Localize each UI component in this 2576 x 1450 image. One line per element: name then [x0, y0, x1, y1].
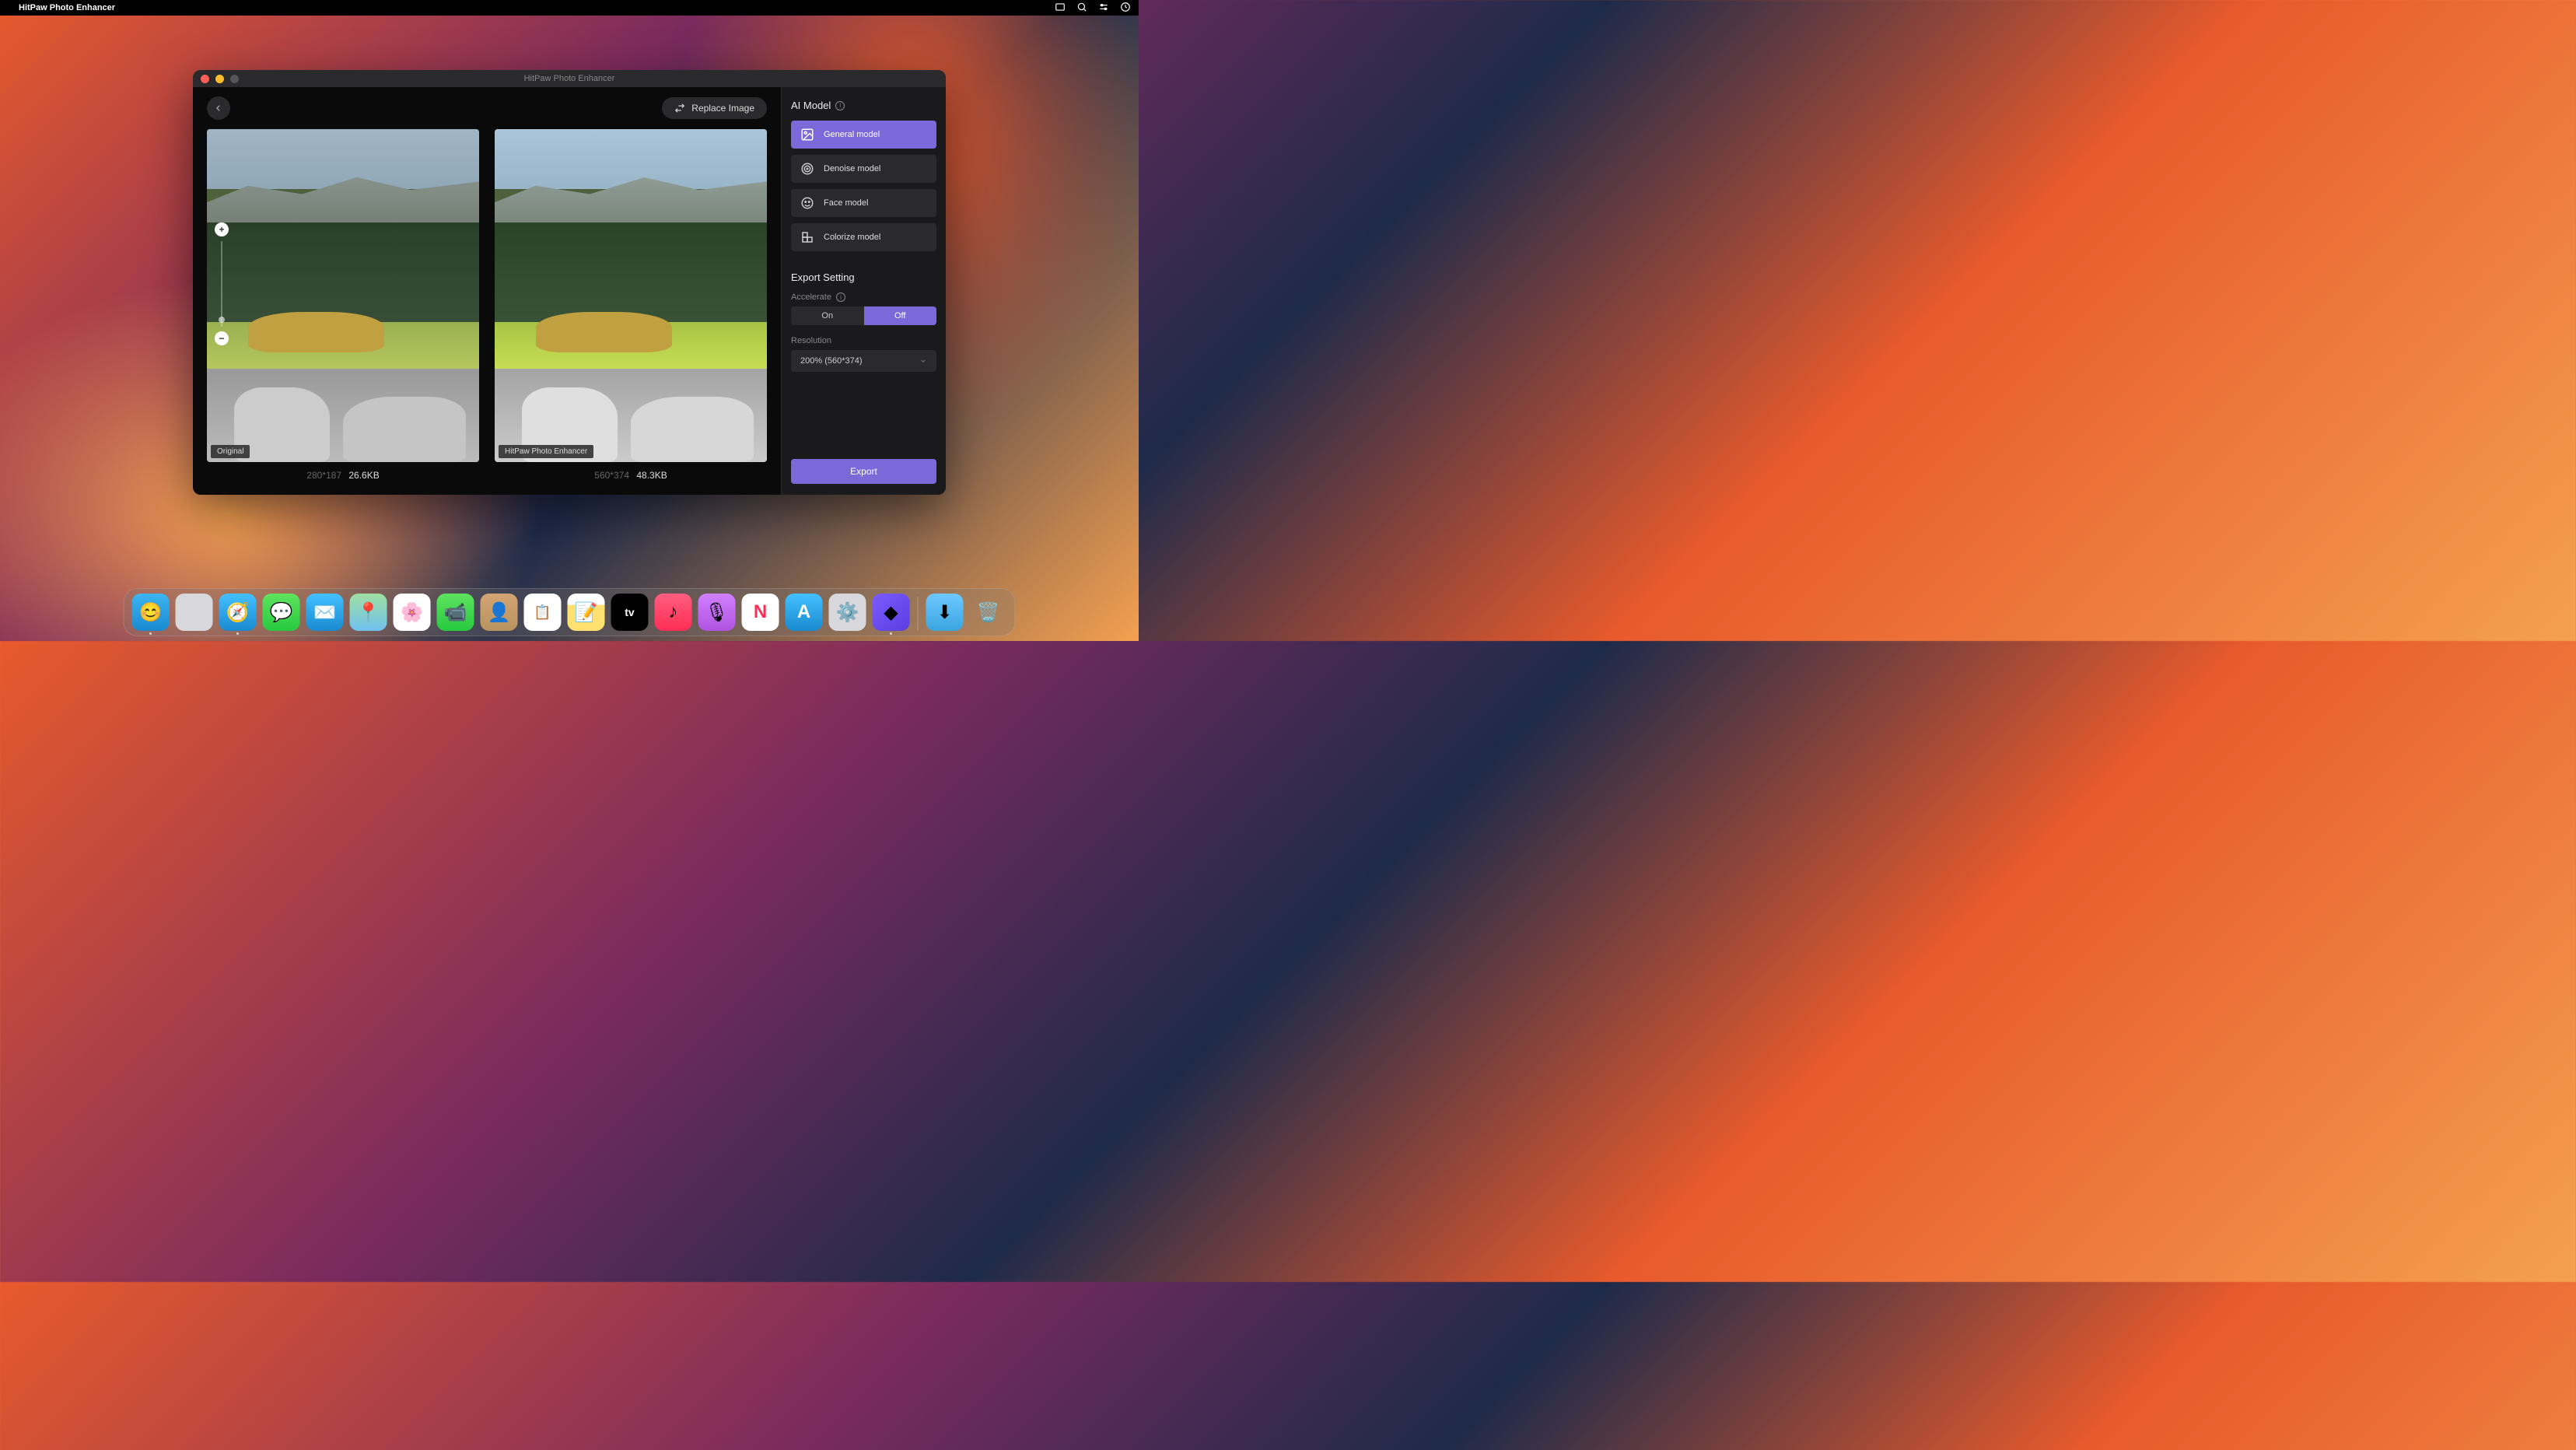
- export-setting-heading: Export Setting: [791, 271, 936, 283]
- resolution-label: Resolution: [791, 336, 936, 345]
- ai-model-heading: AI Model i: [791, 100, 936, 111]
- sidebar: AI Model i General model Denoise model F…: [781, 87, 946, 495]
- dock-trash[interactable]: 🗑️: [970, 594, 1007, 631]
- dock-podcasts[interactable]: 🎙: [698, 594, 736, 631]
- accelerate-label: Accelerate i: [791, 292, 936, 302]
- resolution-select[interactable]: 200% (560*374): [791, 350, 936, 372]
- main-pane: Replace Image + − Original: [193, 87, 781, 495]
- dock-photos[interactable]: 🌸: [394, 594, 431, 631]
- dock-reminders[interactable]: 📋: [524, 594, 562, 631]
- dock-appletv[interactable]: tv: [611, 594, 649, 631]
- dock: 😊 🧭 💬 ✉️ 📍 🌸 📹 👤 📋 📝 tv ♪ 🎙 N A ⚙️ ◆ ⬇ 🗑…: [124, 588, 1016, 636]
- dock-settings[interactable]: ⚙️: [829, 594, 866, 631]
- enhanced-info: 560*374 48.3KB: [495, 470, 767, 481]
- resolution-value: 200% (560*374): [800, 356, 863, 366]
- dock-notes[interactable]: 📝: [568, 594, 605, 631]
- zoom-track[interactable]: [221, 241, 222, 327]
- dock-safari[interactable]: 🧭: [219, 594, 257, 631]
- enhanced-dimensions: 560*374: [594, 470, 629, 481]
- dock-launchpad[interactable]: [176, 594, 213, 631]
- dock-music[interactable]: ♪: [655, 594, 692, 631]
- back-button[interactable]: [207, 96, 230, 120]
- window-close-button[interactable]: [201, 75, 209, 83]
- dock-downloads[interactable]: ⬇: [926, 594, 964, 631]
- model-label: Colorize model: [824, 233, 880, 242]
- menubar-app-name[interactable]: HitPaw Photo Enhancer: [19, 3, 115, 12]
- original-image-preview[interactable]: + − Original: [207, 129, 479, 462]
- zoom-out-button[interactable]: −: [215, 331, 229, 345]
- image-icon: [800, 128, 814, 142]
- app-window: HitPaw Photo Enhancer Replace Image: [193, 70, 946, 495]
- zoom-handle[interactable]: [219, 317, 225, 323]
- zoom-in-button[interactable]: +: [215, 222, 229, 236]
- dock-hitpaw[interactable]: ◆: [873, 594, 910, 631]
- window-maximize-button[interactable]: [230, 75, 239, 83]
- model-general[interactable]: General model: [791, 121, 936, 149]
- dock-finder[interactable]: 😊: [132, 594, 170, 631]
- info-icon[interactable]: i: [835, 101, 845, 110]
- original-badge: Original: [211, 445, 250, 458]
- window-minimize-button[interactable]: [215, 75, 224, 83]
- screen-record-icon[interactable]: [1055, 2, 1066, 15]
- dock-messages[interactable]: 💬: [263, 594, 300, 631]
- spotlight-search-icon[interactable]: [1076, 2, 1087, 15]
- window-titlebar[interactable]: HitPaw Photo Enhancer: [193, 70, 946, 87]
- dock-separator: [918, 597, 919, 631]
- dock-news[interactable]: N: [742, 594, 779, 631]
- model-label: General model: [824, 130, 880, 139]
- model-face[interactable]: Face model: [791, 189, 936, 217]
- dock-mail[interactable]: ✉️: [306, 594, 344, 631]
- denoise-icon: [800, 162, 814, 176]
- replace-image-button[interactable]: Replace Image: [662, 97, 767, 119]
- model-label: Denoise model: [824, 164, 880, 173]
- dock-appstore[interactable]: A: [786, 594, 823, 631]
- dock-maps[interactable]: 📍: [350, 594, 387, 631]
- window-title: HitPaw Photo Enhancer: [524, 74, 615, 83]
- enhanced-image-preview[interactable]: HitPaw Photo Enhancer: [495, 129, 767, 462]
- replace-image-label: Replace Image: [691, 103, 754, 114]
- model-label: Face model: [824, 198, 868, 208]
- model-denoise[interactable]: Denoise model: [791, 155, 936, 183]
- original-info: 280*187 26.6KB: [207, 470, 479, 481]
- accelerate-off[interactable]: Off: [864, 306, 937, 325]
- chevron-down-icon: [919, 357, 927, 365]
- dock-facetime[interactable]: 📹: [437, 594, 474, 631]
- original-dimensions: 280*187: [306, 470, 341, 481]
- menubar: HitPaw Photo Enhancer: [0, 0, 1139, 16]
- enhanced-badge: HitPaw Photo Enhancer: [499, 445, 593, 458]
- accelerate-on[interactable]: On: [791, 306, 864, 325]
- swap-icon: [674, 103, 685, 114]
- dock-contacts[interactable]: 👤: [481, 594, 518, 631]
- colorize-icon: [800, 230, 814, 244]
- face-icon: [800, 196, 814, 210]
- clock-icon[interactable]: [1120, 2, 1131, 15]
- control-center-icon[interactable]: [1098, 2, 1109, 15]
- export-button[interactable]: Export: [791, 459, 936, 484]
- enhanced-filesize: 48.3KB: [636, 470, 667, 481]
- model-colorize[interactable]: Colorize model: [791, 223, 936, 251]
- accelerate-toggle[interactable]: On Off: [791, 306, 936, 325]
- original-filesize: 26.6KB: [348, 470, 379, 481]
- info-icon[interactable]: i: [836, 292, 845, 302]
- zoom-slider[interactable]: + −: [215, 222, 229, 345]
